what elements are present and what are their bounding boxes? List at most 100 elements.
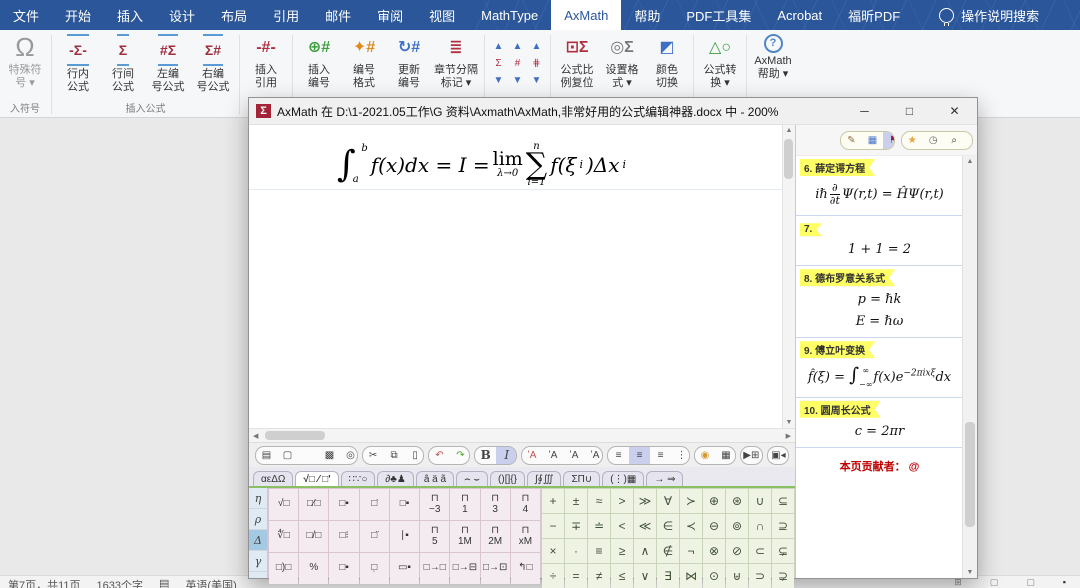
ribbon-tab[interactable]: MathType: [468, 0, 551, 30]
operator-cell[interactable]: ⊛: [726, 489, 748, 513]
operator-cell[interactable]: ≡: [588, 539, 610, 563]
ribbon-tab[interactable]: 邮件: [312, 0, 364, 30]
tell-me-search[interactable]: 操作说明搜索: [939, 0, 1039, 30]
template-cell[interactable]: □̈: [360, 521, 389, 552]
insert-citation-button[interactable]: -#- 插入引用: [244, 32, 288, 90]
view-mode-icon[interactable]: ▢: [1026, 577, 1035, 588]
toolbar-button[interactable]: ▤: [256, 447, 277, 464]
operator-cell[interactable]: ⊕: [703, 489, 725, 513]
operator-cell[interactable]: ≪: [634, 514, 656, 538]
palette-tab[interactable]: ()[]{}: [490, 471, 525, 486]
palette-tab[interactable]: â ä ã: [416, 471, 454, 486]
template-cell[interactable]: ∜□: [269, 521, 298, 552]
template-cell[interactable]: ⊓ 3: [481, 489, 510, 520]
library-tool-icon[interactable]: ❖: [965, 132, 973, 149]
operator-cell[interactable]: ≐: [588, 514, 610, 538]
ribbon-tab[interactable]: 引用: [260, 0, 312, 30]
ribbon-tab[interactable]: 视图: [416, 0, 468, 30]
toolbar-button[interactable]: ≡: [629, 447, 650, 464]
ribbon-tab[interactable]: 插入: [104, 0, 156, 30]
ribbon-tab[interactable]: 文件: [0, 0, 52, 30]
operator-cell[interactable]: <: [611, 514, 633, 538]
operator-cell[interactable]: ⊂: [749, 539, 771, 563]
operator-cell[interactable]: −: [542, 514, 564, 538]
ribbon-tab[interactable]: 帮助: [621, 0, 673, 30]
operator-cell[interactable]: ∓: [565, 514, 587, 538]
nudge-arrow-button[interactable]: #: [515, 58, 521, 69]
axmath-title-bar[interactable]: Σ AxMath 在 D:\1-2021.05工作\G 资料\Axmath\Ax…: [249, 98, 977, 125]
ribbon-tab[interactable]: 设计: [156, 0, 208, 30]
recent-symbol-cell[interactable]: γ: [249, 551, 267, 572]
toolbar-button[interactable]: [298, 447, 319, 464]
toolbar-button[interactable]: ▯: [405, 447, 424, 464]
axmath-help-button[interactable]: ? AxMath帮助 ▾: [751, 32, 795, 81]
ribbon-tab[interactable]: 布局: [208, 0, 260, 30]
template-cell[interactable]: ⊓ −3: [420, 489, 449, 520]
minimize-button[interactable]: ─: [842, 98, 887, 124]
insert-formula-button[interactable]: Σ# 右编号公式: [191, 32, 235, 94]
toolbar-button[interactable]: ↶: [429, 447, 450, 464]
operator-cell[interactable]: ¬: [680, 539, 702, 563]
nudge-arrow-button[interactable]: ▼: [513, 75, 523, 86]
toolbar-button[interactable]: ʼA: [585, 447, 604, 464]
scrollbar-thumb[interactable]: [265, 431, 325, 440]
operator-cell[interactable]: ∃: [657, 564, 679, 588]
toolbar-button[interactable]: ✂: [363, 447, 384, 464]
ribbon-tab[interactable]: AxMath: [551, 0, 621, 30]
formula-item-8[interactable]: 8. 德布罗意关系式 p = ℏk E = ℏω: [796, 266, 963, 338]
ribbon-tab[interactable]: PDF工具集: [673, 0, 764, 30]
toolbar-button[interactable]: ▦: [716, 447, 736, 464]
numbering-button[interactable]: ⊕# 插入编号: [297, 32, 341, 90]
nudge-arrow-button[interactable]: Σ: [495, 58, 501, 69]
template-cell[interactable]: □→□: [420, 553, 449, 584]
palette-tab[interactable]: ΣΠ∪: [563, 471, 600, 486]
library-tool-icon[interactable]: ⚑: [883, 132, 895, 149]
library-tool-icon[interactable]: ▦: [862, 132, 883, 149]
template-cell[interactable]: □)□: [269, 553, 298, 584]
template-cell[interactable]: ∣▪: [390, 521, 419, 552]
insert-formula-button[interactable]: -Σ- 行内公式: [56, 32, 100, 94]
toolbar-button[interactable]: ʼA: [564, 447, 585, 464]
format-button[interactable]: ⊡Σ 公式比例复位: [555, 32, 599, 90]
format-button[interactable]: ◎Σ 设置格式 ▾: [600, 32, 644, 90]
operator-cell[interactable]: ⊊: [772, 539, 794, 563]
operator-cell[interactable]: ≈: [588, 489, 610, 513]
operator-cell[interactable]: ⊇: [772, 514, 794, 538]
format-button[interactable]: ◩ 颜色切换: [645, 32, 689, 90]
operator-cell[interactable]: ⊃: [749, 564, 771, 588]
close-button[interactable]: ✕: [932, 98, 977, 124]
operator-cell[interactable]: ·: [565, 539, 587, 563]
formula-item-10[interactable]: 10. 圆周长公式 c = 2πr: [796, 398, 963, 448]
toolbar-button[interactable]: ⋮: [671, 447, 690, 464]
scrollbar-thumb[interactable]: [784, 139, 793, 179]
toolbar-button[interactable]: ▶⊞: [741, 447, 762, 464]
operator-cell[interactable]: ⊚: [726, 514, 748, 538]
palette-tab[interactable]: ∫∮∭: [527, 471, 562, 486]
ribbon-tab[interactable]: Acrobat: [764, 0, 835, 30]
operator-cell[interactable]: ∈: [657, 514, 679, 538]
toolbar-button[interactable]: ▢: [277, 447, 298, 464]
formula-item-6[interactable]: 6. 薛定谔方程 iℏ∂∂tΨ(r,t) = ĤΨ(r,t): [796, 156, 963, 216]
nudge-arrow-button[interactable]: ▲: [494, 41, 504, 52]
toolbar-button[interactable]: ▣◂: [768, 447, 789, 464]
template-cell[interactable]: □▪: [329, 553, 358, 584]
palette-tab[interactable]: ⌢ ⌣: [456, 471, 488, 486]
template-cell[interactable]: ⊓ 5: [420, 521, 449, 552]
palette-tab[interactable]: ∂♣♟: [377, 471, 413, 486]
toolbar-button[interactable]: ≡: [608, 447, 629, 464]
word-count[interactable]: 1633个字: [97, 577, 143, 588]
ribbon-tab[interactable]: 审阅: [364, 0, 416, 30]
nudge-arrow-button[interactable]: ⋕: [532, 58, 540, 69]
template-cell[interactable]: □⁄□: [299, 489, 328, 520]
template-cell[interactable]: □→⊡: [481, 553, 510, 584]
maximize-button[interactable]: □: [887, 98, 932, 124]
toolbar-button[interactable]: ◎: [340, 447, 358, 464]
nudge-arrow-button[interactable]: ▼: [532, 75, 542, 86]
operator-cell[interactable]: =: [565, 564, 587, 588]
template-cell[interactable]: √□: [269, 489, 298, 520]
palette-tab[interactable]: αεΔΩ: [253, 471, 293, 486]
operator-cell[interactable]: ∉: [657, 539, 679, 563]
operator-cell[interactable]: +: [542, 489, 564, 513]
template-cell[interactable]: ⊓ xM: [511, 521, 540, 552]
numbering-button[interactable]: ✦# 编号格式: [342, 32, 386, 90]
